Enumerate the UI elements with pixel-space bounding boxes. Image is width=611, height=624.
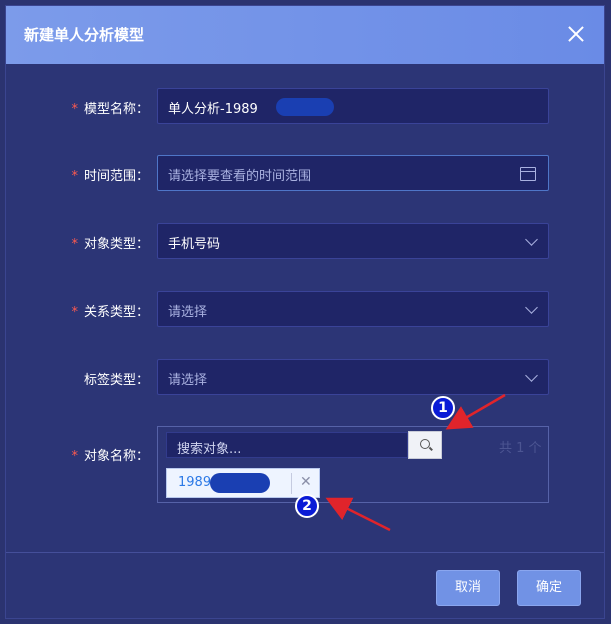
annotation-marker-1: 1	[431, 396, 455, 420]
annotation-arrow-1	[445, 393, 506, 430]
annotation-marker-2: 2	[295, 494, 319, 518]
annotation-layer	[325, 393, 506, 532]
annotation-arrow-2	[325, 497, 391, 532]
